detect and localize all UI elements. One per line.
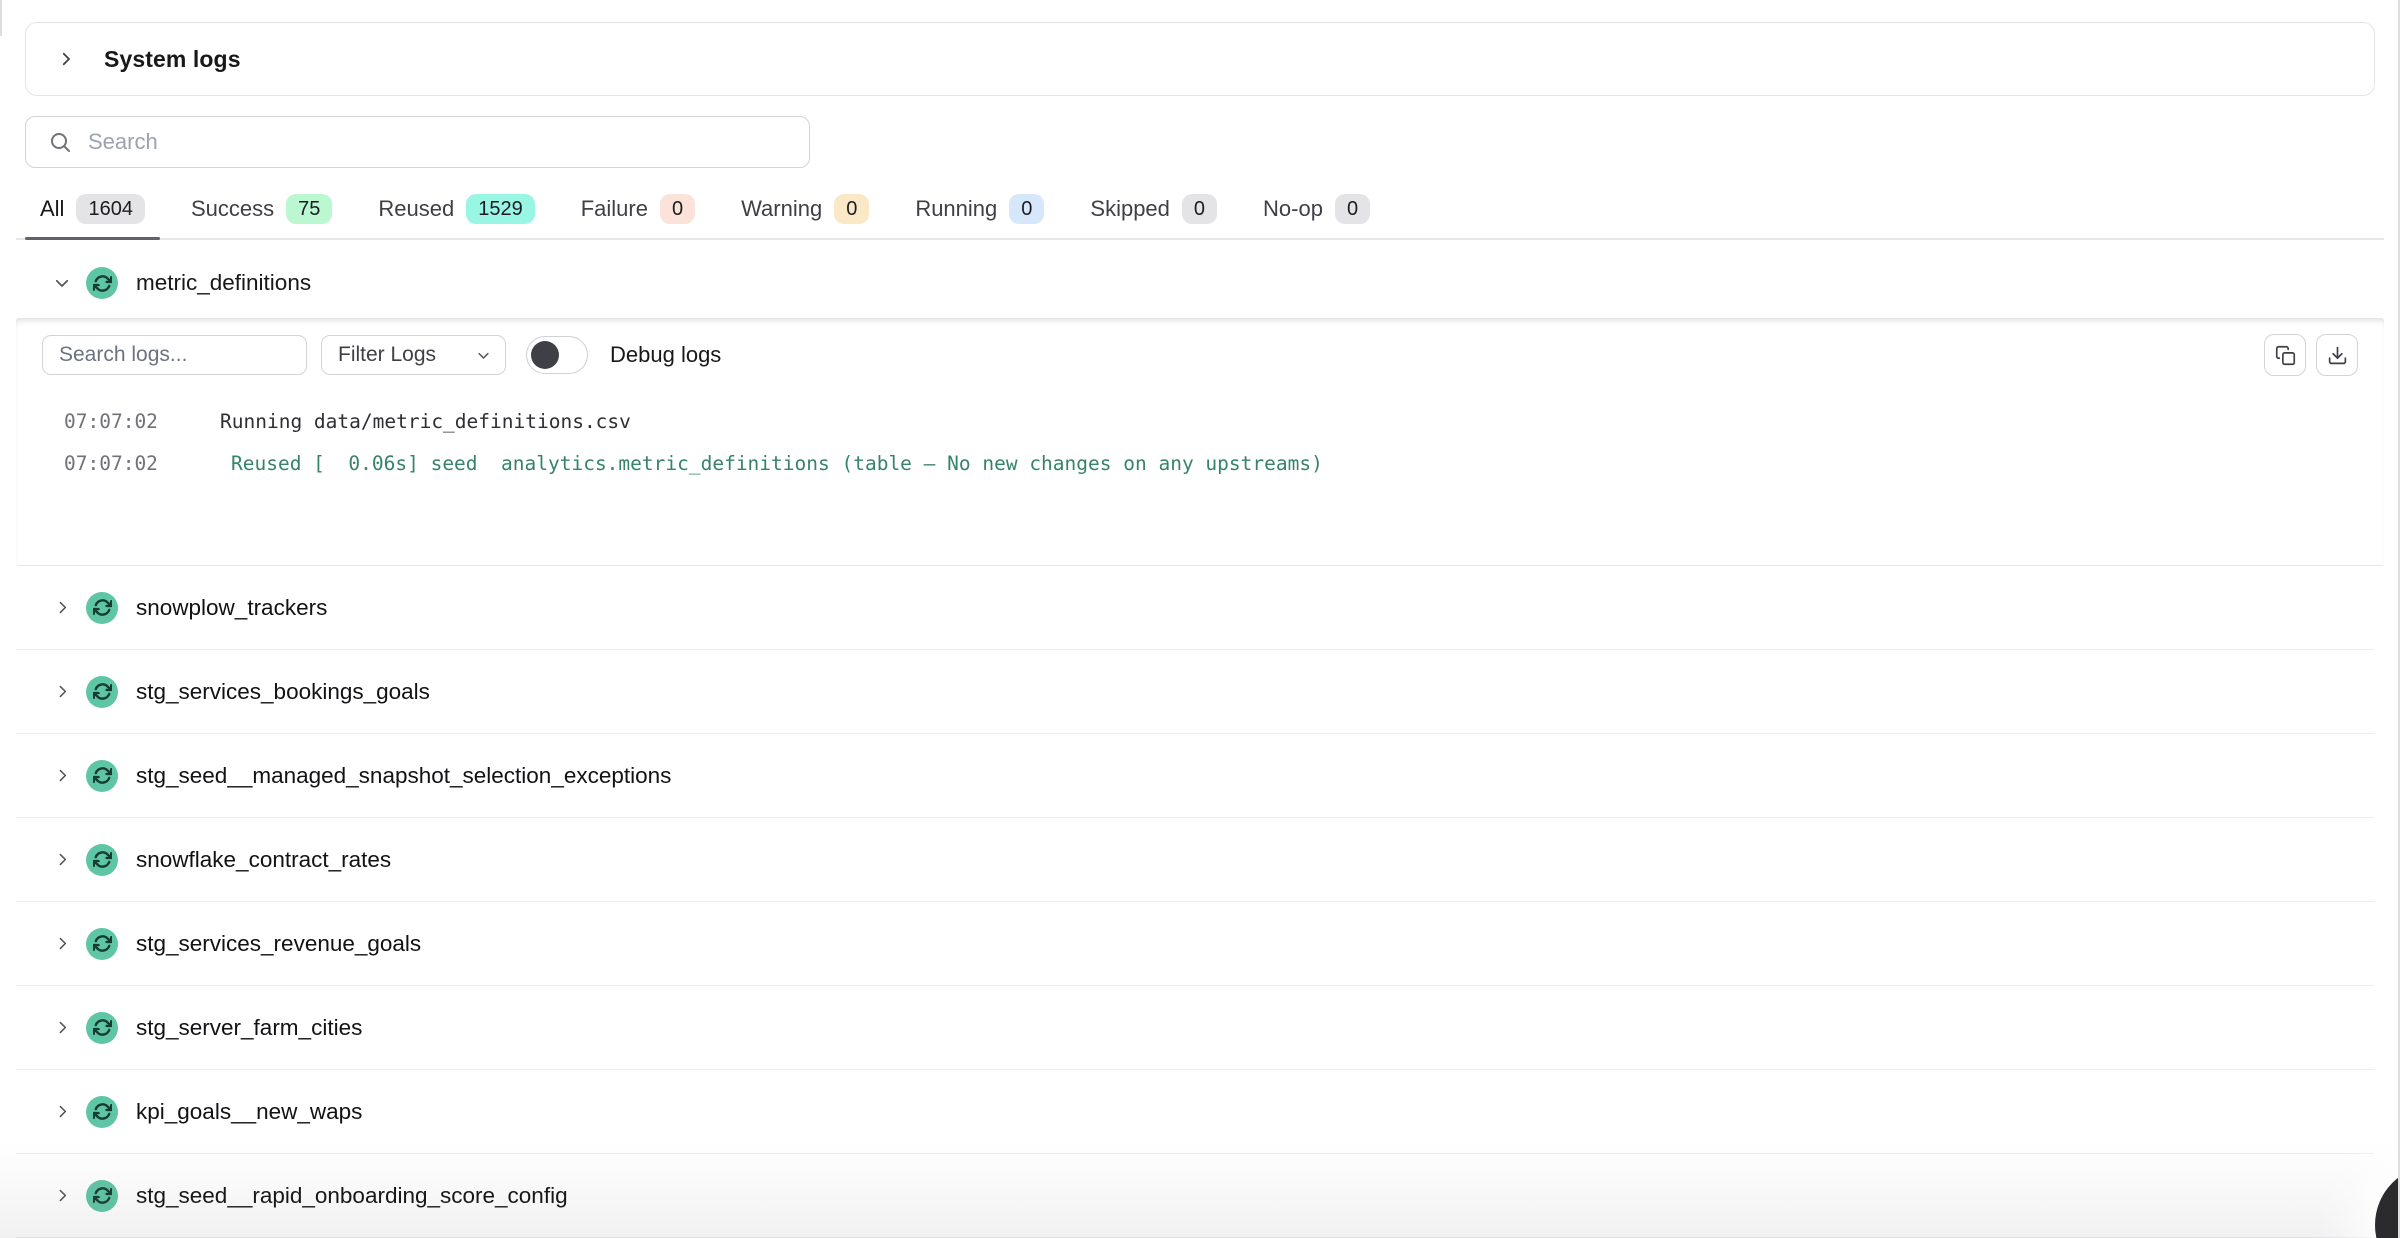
log-line: 07:07:02 Reused [ 0.06s] seed analytics.m…	[64, 442, 2384, 484]
debug-logs-toggle[interactable]	[526, 336, 588, 374]
list-item-label: kpi_goals__new_waps	[136, 1099, 362, 1125]
tab-count-badge: 1604	[76, 194, 145, 224]
debug-logs-label: Debug logs	[610, 342, 721, 368]
list-item-kpi_goals__new_waps[interactable]: kpi_goals__new_waps	[16, 1070, 2374, 1154]
search-icon	[48, 130, 72, 154]
search-input[interactable]	[88, 129, 791, 155]
list-item-snowflake_contract_rates[interactable]: snowflake_contract_rates	[16, 818, 2374, 902]
seed-refresh-icon	[86, 760, 118, 792]
tab-label: No-op	[1263, 196, 1323, 222]
tab-count-badge: 0	[1182, 194, 1217, 224]
tab-warning[interactable]: Warning 0	[726, 192, 884, 238]
log-message: Running data/metric_definitions.csv	[220, 410, 631, 433]
section-header-metric-definitions[interactable]: metric_definitions	[52, 260, 2400, 306]
seed-refresh-icon	[86, 267, 118, 299]
list-item-label: stg_seed__rapid_onboarding_score_config	[136, 1183, 568, 1209]
log-actions	[2264, 334, 2358, 376]
list-item-stg_seed__managed_snapshot_selection_exceptions[interactable]: stg_seed__managed_snapshot_selection_exc…	[16, 734, 2374, 818]
chevron-right-icon[interactable]	[52, 766, 72, 786]
list-item-stg_services_bookings_goals[interactable]: stg_services_bookings_goals	[16, 650, 2374, 734]
tab-count-badge: 75	[286, 194, 332, 224]
tab-count-badge: 0	[1335, 194, 1370, 224]
seed-refresh-icon	[86, 844, 118, 876]
tab-label: Warning	[741, 196, 822, 222]
status-tabs: All1604Success75Reused1529Failure0Warnin…	[16, 192, 2384, 240]
tab-no-op[interactable]: No-op 0	[1248, 192, 1385, 238]
filter-logs-select[interactable]: Filter Logs	[321, 335, 506, 375]
tab-count-badge: 0	[834, 194, 869, 224]
filter-logs-label: Filter Logs	[338, 343, 468, 367]
chevron-right-icon[interactable]	[52, 1102, 72, 1122]
list-item-stg_seed__rapid_onboarding_score_config[interactable]: stg_seed__rapid_onboarding_score_config	[16, 1154, 2374, 1238]
list-item-snowplow_trackers[interactable]: snowplow_trackers	[16, 566, 2374, 650]
list-item-label: snowflake_contract_rates	[136, 847, 391, 873]
tab-reused[interactable]: Reused 1529	[363, 192, 549, 238]
seed-refresh-icon	[86, 928, 118, 960]
log-toolbar: Filter Logs Debug logs	[16, 318, 2384, 376]
tab-label: Failure	[581, 196, 648, 222]
chevron-right-icon[interactable]	[52, 850, 72, 870]
tab-label: Reused	[378, 196, 454, 222]
section-name: metric_definitions	[136, 270, 311, 296]
seed-refresh-icon	[86, 1096, 118, 1128]
log-search-input[interactable]	[42, 335, 307, 375]
model-list: snowplow_trackers stg_services_bookings_…	[16, 566, 2374, 1238]
tab-success[interactable]: Success 75	[176, 192, 347, 238]
list-item-label: stg_services_bookings_goals	[136, 679, 430, 705]
left-edge-line	[0, 0, 2, 36]
system-logs-header[interactable]: System logs	[25, 22, 2375, 96]
search-input-wrapper	[25, 116, 810, 168]
chevron-down-icon[interactable]	[52, 273, 72, 293]
tab-failure[interactable]: Failure 0	[566, 192, 710, 238]
list-item-label: snowplow_trackers	[136, 595, 327, 621]
log-timestamp: 07:07:02	[64, 410, 154, 433]
tab-all[interactable]: All 1604	[25, 192, 160, 238]
log-message: Reused [ 0.06s] seed analytics.metric_de…	[231, 452, 1323, 475]
download-logs-button[interactable]	[2316, 334, 2358, 376]
list-item-stg_services_revenue_goals[interactable]: stg_services_revenue_goals	[16, 902, 2374, 986]
tab-label: All	[40, 196, 64, 222]
chevron-down-icon	[476, 348, 491, 363]
tab-skipped[interactable]: Skipped 0	[1075, 192, 1232, 238]
toggle-knob	[531, 341, 559, 369]
chevron-right-icon	[56, 49, 76, 69]
tab-count-badge: 1529	[466, 194, 535, 224]
tab-label: Success	[191, 196, 274, 222]
seed-refresh-icon	[86, 1180, 118, 1212]
seed-refresh-icon	[86, 592, 118, 624]
tab-label: Running	[915, 196, 997, 222]
log-panel: Filter Logs Debug logs 07:07:02 Running d…	[16, 318, 2384, 566]
chevron-right-icon[interactable]	[52, 934, 72, 954]
chevron-right-icon[interactable]	[52, 1018, 72, 1038]
tab-label: Skipped	[1090, 196, 1170, 222]
copy-icon	[2275, 345, 2296, 366]
copy-logs-button[interactable]	[2264, 334, 2306, 376]
log-timestamp: 07:07:02	[64, 452, 154, 475]
tab-running[interactable]: Running 0	[900, 192, 1059, 238]
download-icon	[2327, 345, 2348, 366]
list-item-label: stg_server_farm_cities	[136, 1015, 362, 1041]
chevron-right-icon[interactable]	[52, 1186, 72, 1206]
list-item-label: stg_seed__managed_snapshot_selection_exc…	[136, 763, 671, 789]
list-item-stg_server_farm_cities[interactable]: stg_server_farm_cities	[16, 986, 2374, 1070]
page-title: System logs	[104, 46, 241, 73]
log-lines: 07:07:02 Running data/metric_definitions.…	[16, 376, 2384, 484]
chevron-right-icon[interactable]	[52, 598, 72, 618]
list-item-label: stg_services_revenue_goals	[136, 931, 421, 957]
seed-refresh-icon	[86, 1012, 118, 1044]
corner-widget[interactable]	[2375, 1165, 2400, 1238]
chevron-right-icon[interactable]	[52, 682, 72, 702]
tab-count-badge: 0	[1009, 194, 1044, 224]
tab-count-badge: 0	[660, 194, 695, 224]
seed-refresh-icon	[86, 676, 118, 708]
log-line: 07:07:02 Running data/metric_definitions.…	[64, 400, 2384, 442]
